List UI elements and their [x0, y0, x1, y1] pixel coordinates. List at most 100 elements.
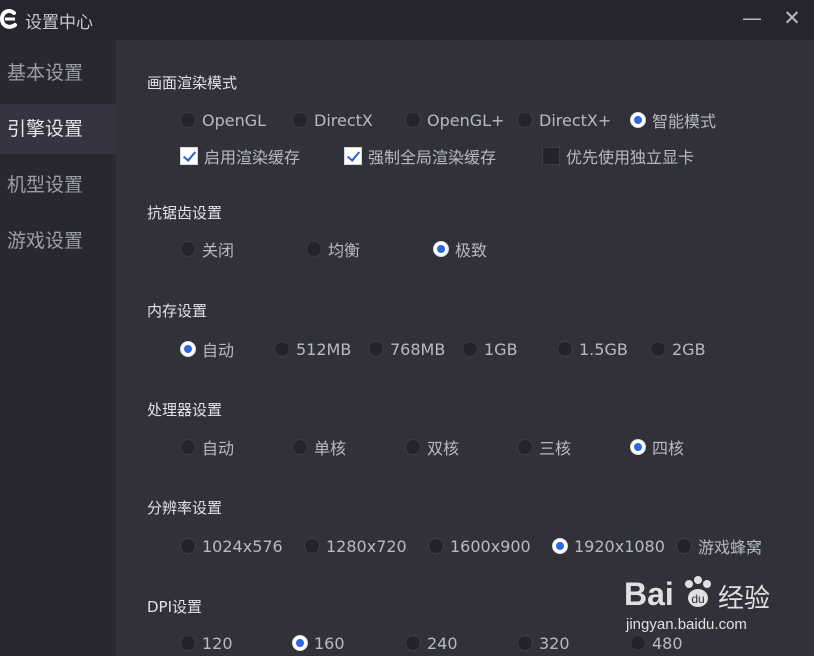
radio-button[interactable] [180, 439, 196, 455]
radio-label: 智能模式 [652, 112, 717, 131]
section-title-dpi: DPI设置 [147, 598, 203, 616]
radio-memory-auto[interactable]: 自动 [180, 336, 234, 362]
radio-label: 三核 [539, 439, 572, 458]
checkbox-prefer-discrete-gpu[interactable]: 优先使用独立显卡 [542, 143, 694, 169]
radio-label: DirectX+ [539, 110, 612, 130]
radio-label: 自动 [202, 439, 235, 458]
radio-antialias-extreme[interactable]: 极致 [433, 236, 487, 262]
radio-label: DirectX [314, 110, 373, 130]
radio-dpi-320[interactable]: 320 [517, 630, 570, 656]
checkbox-checked[interactable] [344, 147, 362, 165]
radio-label: 1024x576 [202, 536, 283, 556]
radio-antialias-balanced[interactable]: 均衡 [306, 236, 360, 262]
radio-button[interactable] [405, 439, 421, 455]
radio-resolution-1920x1080[interactable]: 1920x1080 [552, 533, 665, 559]
radio-button[interactable] [557, 341, 573, 357]
radio-dpi-120[interactable]: 120 [180, 630, 233, 656]
radio-memory-512mb[interactable]: 512MB [274, 336, 351, 362]
settings-content: 画面渲染模式 OpenGL DirectX OpenGL+ DirectX+ 智… [116, 40, 814, 656]
radio-render-opengl[interactable]: OpenGL [180, 107, 266, 133]
radio-button-selected[interactable] [552, 538, 568, 554]
radio-resolution-1024x576[interactable]: 1024x576 [180, 533, 283, 559]
sidebar-item-device-model[interactable]: 机型设置 [0, 160, 116, 210]
radio-label: OpenGL [202, 110, 267, 130]
radio-label: 160 [314, 633, 345, 653]
radio-resolution-1280x720[interactable]: 1280x720 [304, 533, 407, 559]
radio-button[interactable] [428, 538, 444, 554]
radio-label: 1920x1080 [574, 536, 665, 556]
radio-button[interactable] [517, 112, 533, 128]
section-title-memory: 内存设置 [147, 302, 208, 320]
radio-render-opengl-plus[interactable]: OpenGL+ [405, 107, 504, 133]
radio-cpu-auto[interactable]: 自动 [180, 434, 234, 460]
radio-dpi-240[interactable]: 240 [405, 630, 458, 656]
radio-label: 480 [652, 633, 683, 653]
checkbox-force-global-cache[interactable]: 强制全局渲染缓存 [344, 143, 496, 169]
radio-button[interactable] [292, 439, 308, 455]
radio-button[interactable] [180, 538, 196, 554]
radio-button[interactable] [180, 635, 196, 651]
app-logo-icon [0, 9, 17, 29]
radio-button[interactable] [517, 439, 533, 455]
radio-button[interactable] [405, 112, 421, 128]
radio-render-directx[interactable]: DirectX [292, 107, 373, 133]
radio-resolution-1600x900[interactable]: 1600x900 [428, 533, 531, 559]
radio-label: 120 [202, 633, 233, 653]
radio-button[interactable] [517, 635, 533, 651]
radio-button[interactable] [292, 112, 308, 128]
radio-memory-2gb[interactable]: 2GB [650, 336, 706, 362]
radio-button[interactable] [274, 341, 290, 357]
radio-button-selected[interactable] [433, 241, 449, 257]
radio-memory-1gb[interactable]: 1GB [462, 336, 518, 362]
radio-button[interactable] [180, 241, 196, 257]
radio-antialias-off[interactable]: 关闭 [180, 236, 234, 262]
checkbox-unchecked[interactable] [542, 147, 560, 165]
radio-label: 768MB [390, 339, 446, 359]
radio-label: 320 [539, 633, 570, 653]
window-title: 设置中心 [25, 13, 93, 33]
radio-label: 单核 [314, 439, 347, 458]
section-title-cpu: 处理器设置 [147, 401, 223, 419]
radio-button-selected[interactable] [630, 112, 646, 128]
radio-dpi-160[interactable]: 160 [292, 630, 345, 656]
radio-cpu-quad-core[interactable]: 四核 [630, 434, 684, 460]
title-bar: 设置中心 — ✕ [0, 0, 814, 40]
minimize-button[interactable]: — [738, 4, 766, 32]
radio-button[interactable] [368, 341, 384, 357]
radio-render-smart[interactable]: 智能模式 [630, 107, 716, 133]
radio-button-selected[interactable] [630, 439, 646, 455]
sidebar-item-engine[interactable]: 引擎设置 [0, 104, 116, 154]
radio-button[interactable] [650, 341, 666, 357]
radio-memory-768mb[interactable]: 768MB [368, 336, 445, 362]
section-title-resolution: 分辨率设置 [147, 499, 223, 517]
radio-button[interactable] [630, 635, 646, 651]
radio-button-selected[interactable] [180, 341, 196, 357]
radio-render-directx-plus[interactable]: DirectX+ [517, 107, 611, 133]
radio-button[interactable] [676, 538, 692, 554]
sidebar-item-game[interactable]: 游戏设置 [0, 216, 116, 266]
close-button[interactable]: ✕ [778, 4, 806, 32]
radio-label: 2GB [672, 339, 706, 359]
radio-label: 均衡 [328, 241, 361, 260]
radio-resolution-game-hive[interactable]: 游戏蜂窝 [676, 533, 762, 559]
checkbox-enable-render-cache[interactable]: 启用渲染缓存 [180, 143, 300, 169]
sidebar-item-basic[interactable]: 基本设置 [0, 48, 116, 98]
radio-button[interactable] [405, 635, 421, 651]
radio-label: OpenGL+ [427, 110, 505, 130]
radio-button[interactable] [306, 241, 322, 257]
radio-dpi-480[interactable]: 480 [630, 630, 683, 656]
sidebar: 基本设置 引擎设置 机型设置 游戏设置 [0, 40, 116, 656]
radio-button[interactable] [304, 538, 320, 554]
radio-button[interactable] [462, 341, 478, 357]
checkbox-checked[interactable] [180, 147, 198, 165]
checkbox-label: 启用渲染缓存 [204, 148, 301, 167]
radio-cpu-dual-core[interactable]: 双核 [405, 434, 459, 460]
radio-memory-1-5gb[interactable]: 1.5GB [557, 336, 628, 362]
radio-label: 自动 [202, 341, 235, 360]
radio-button-selected[interactable] [292, 635, 308, 651]
radio-cpu-triple-core[interactable]: 三核 [517, 434, 571, 460]
radio-label: 四核 [652, 439, 685, 458]
radio-cpu-single-core[interactable]: 单核 [292, 434, 346, 460]
checkbox-label: 强制全局渲染缓存 [368, 148, 497, 167]
radio-button[interactable] [180, 112, 196, 128]
